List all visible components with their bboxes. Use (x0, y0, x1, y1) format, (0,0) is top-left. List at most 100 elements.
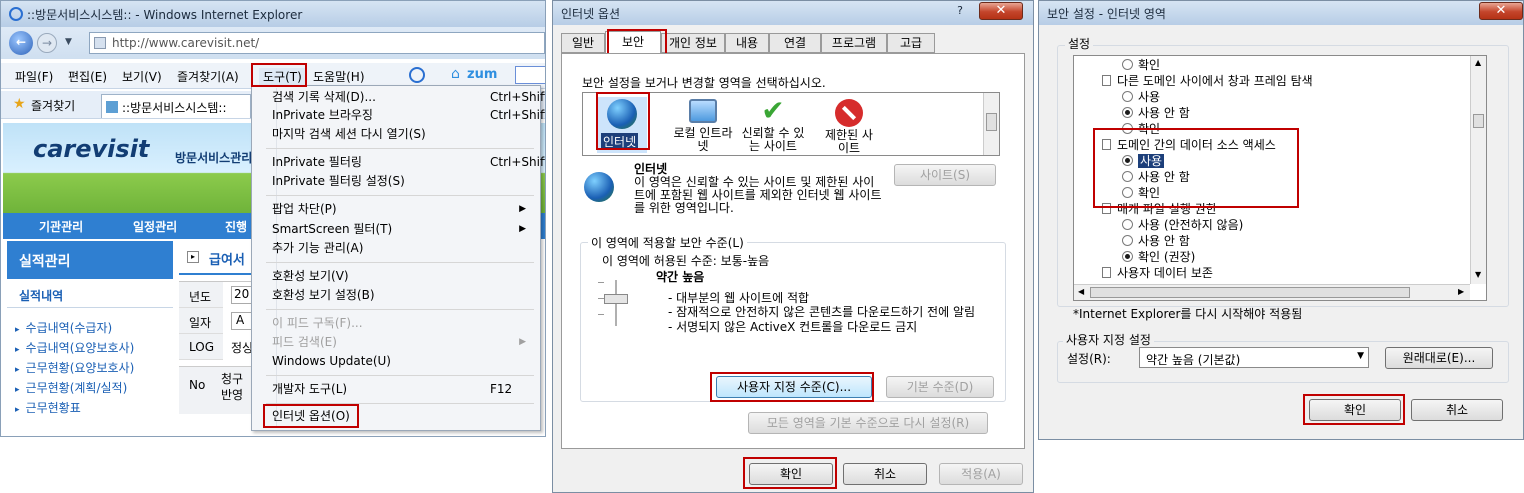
setting-radio-frames-enable[interactable]: 사용 (1122, 89, 1160, 105)
zum-logo[interactable]: zum (467, 67, 497, 82)
settings-vscrollbar[interactable]: ▲ ▼ (1470, 56, 1486, 284)
tools-item-compat-settings[interactable]: 호환성 보기 설정(B) (272, 286, 526, 304)
row-label: LOG (179, 334, 223, 360)
menu-edit[interactable]: 편집(E) (68, 68, 107, 85)
settings-hscrollbar[interactable]: ◀ ▶ (1074, 284, 1470, 300)
restore-defaults-button[interactable]: 원래대로(E)... (1385, 347, 1493, 369)
default-level-button: 기본 수준(D) (886, 376, 994, 398)
level-select[interactable]: 약간 높음 (기본값) ▼ (1139, 347, 1369, 368)
security-slider[interactable] (598, 280, 634, 326)
document-icon (1102, 75, 1111, 86)
tools-item-popup-blocker[interactable]: 팝업 차단(P) ▶ (272, 200, 526, 218)
tab-programs[interactable]: 프로그램 (821, 33, 887, 53)
tab-content[interactable]: 내용 (725, 33, 769, 53)
submenu-arrow-icon: ▶ (519, 224, 526, 234)
submenu-arrow-icon: ▶ (519, 204, 526, 214)
tools-item-internet-options[interactable]: 인터넷 옵션(O) (272, 407, 526, 425)
zone-trusted[interactable]: ✔ 신뢰할 수 있는 사이트 (733, 97, 813, 153)
ie-logo-icon (9, 7, 23, 21)
tools-item-compat-view[interactable]: 호환성 보기(V) (272, 267, 526, 285)
col-reflect: 반영 (221, 388, 244, 402)
tools-item-inprivate-filter-settings[interactable]: InPrivate 필터링 설정(S) (272, 172, 526, 190)
left-item[interactable]: ▸ 근무현황표 (15, 399, 175, 419)
setting-radio-launch-confirm[interactable]: 확인 (권장) (1122, 249, 1195, 265)
left-item[interactable]: ▸ 근무현황(계획/실적) (15, 379, 175, 399)
tab-privacy[interactable]: 개인 정보 (661, 33, 725, 53)
daum-toolbar-icon[interactable] (515, 66, 545, 84)
help-button[interactable]: ? (951, 4, 969, 20)
tab-general[interactable]: 일반 (561, 33, 605, 53)
setting-radio-data-source-disable[interactable]: 사용 안 함 (1122, 169, 1190, 185)
cancel-button[interactable]: 취소 (843, 463, 927, 485)
security-settings-dialog: 보안 설정 - 인터넷 영역 ✕ 설정 확인 다른 도메인 사이에서 창과 프레… (1038, 0, 1524, 440)
zone-scrollbar[interactable] (983, 93, 999, 155)
document-icon (1102, 139, 1111, 150)
tab-security[interactable]: 보안 (605, 31, 661, 54)
zone-restricted[interactable]: 제한된 사이트 (819, 97, 879, 155)
tools-item-smartscreen[interactable]: SmartScreen 필터(T) ▶ (272, 220, 526, 238)
security-tab-page: 보안 설정을 보거나 변경할 영역을 선택하십시오. 인터넷 로컬 인트라넷 ✔… (561, 53, 1025, 449)
options-title: 인터넷 옵션 (561, 6, 621, 21)
menu-help[interactable]: 도움말(H) (313, 68, 365, 85)
setting-radio-data-source-enable[interactable]: 사용 (1122, 153, 1165, 169)
tools-item-inprivate[interactable]: InPrivate 브라우징Ctrl+Shift+P (272, 106, 545, 124)
radio-icon (1122, 59, 1133, 70)
tools-item-feed-discovery: 피드 검색(E) ▶ (272, 335, 526, 349)
tools-item-delete-history[interactable]: 검색 기록 삭제(D)...Ctrl+Shift+Del (272, 88, 545, 106)
nav-schedule[interactable]: 일정관리 (133, 218, 177, 235)
tab-advanced[interactable]: 고급 (887, 33, 935, 53)
tools-item-dev-tools[interactable]: 개발자 도구(L) F12 (272, 380, 526, 398)
security-close-button[interactable]: ✕ (1479, 2, 1523, 20)
ie-toolbar-icon[interactable] (409, 67, 425, 83)
tools-item-addons[interactable]: 추가 기능 관리(A) (272, 239, 526, 257)
tools-item-inprivate-filter[interactable]: InPrivate 필터링Ctrl+Shift+F (272, 153, 545, 171)
zone-internet[interactable]: 인터넷 (597, 97, 647, 153)
favorites-button[interactable]: 즐겨찾기 (31, 97, 75, 114)
settings-group-label: 설정 (1065, 35, 1094, 52)
ie-nav-row: ← → ▼ http://www.carevisit.net/ (1, 27, 545, 59)
tools-item-subscribe-feed: 이 피드 구독(F)... (272, 316, 363, 330)
tab-connections[interactable]: 연결 (769, 33, 821, 53)
restart-note: *Internet Explorer를 다시 시작해야 적용됨 (1073, 307, 1303, 321)
radio-icon (1122, 219, 1133, 230)
tab-site[interactable]: ::방문서비스시스템:: (101, 94, 251, 118)
menu-file[interactable]: 파일(F) (15, 68, 53, 85)
menu-tools[interactable]: 도구(T) (259, 68, 306, 85)
nav-progress[interactable]: 진행 (225, 218, 247, 235)
left-item[interactable]: ▸ 수급내역(요양보호사) (15, 339, 175, 359)
ok-button[interactable]: 확인 (749, 463, 833, 485)
left-item[interactable]: ▸ 근무현황(요양보호사) (15, 359, 175, 379)
tools-item-windows-update[interactable]: Windows Update(U) (272, 352, 526, 370)
tools-item-reopen-session[interactable]: 마지막 검색 세션 다시 열기(S) (272, 125, 526, 143)
setting-radio-confirm-1[interactable]: 확인 (1122, 57, 1160, 73)
nav-org[interactable]: 기관관리 (39, 218, 83, 235)
radio-icon (1122, 171, 1133, 182)
radio-icon (1122, 123, 1133, 134)
setting-radio-frames-disable[interactable]: 사용 안 함 (1122, 105, 1190, 121)
left-panel-title: 실적관리 (7, 241, 173, 279)
setting-radio-launch-disable[interactable]: 사용 안 함 (1122, 233, 1190, 249)
home-icon[interactable]: ⌂ (451, 66, 460, 82)
menu-view[interactable]: 보기(V) (122, 68, 162, 85)
radio-selected-icon (1122, 107, 1133, 118)
radio-icon (1122, 235, 1133, 246)
site-logo[interactable]: carevisit (33, 135, 149, 163)
left-title: 실적관리 (19, 254, 71, 270)
close-button[interactable]: ✕ (979, 2, 1023, 20)
history-dropdown-icon[interactable]: ▼ (65, 37, 72, 47)
left-item[interactable]: ▸ 수급내역(수급자) (15, 319, 175, 339)
left-subtitle[interactable]: 실적내역 (19, 287, 63, 304)
chevron-down-icon: ▼ (1357, 351, 1364, 361)
back-button[interactable]: ← (9, 31, 33, 55)
setting-radio-launch-enable[interactable]: 사용 (안전하지 않음) (1122, 217, 1243, 233)
zone-intranet[interactable]: 로컬 인트라넷 (673, 97, 733, 153)
security-ok-button[interactable]: 확인 (1309, 399, 1401, 421)
setting-radio-data-source-confirm[interactable]: 확인 (1122, 185, 1160, 201)
custom-level-button[interactable]: 사용자 지정 수준(C)... (716, 376, 872, 398)
forward-button[interactable]: → (37, 33, 57, 53)
tools-menu: 검색 기록 삭제(D)...Ctrl+Shift+Del InPrivate 브… (251, 85, 545, 431)
menu-favorites[interactable]: 즐겨찾기(A) (177, 68, 239, 85)
setting-radio-frames-confirm[interactable]: 확인 (1122, 121, 1160, 137)
security-cancel-button[interactable]: 취소 (1411, 399, 1503, 421)
address-bar[interactable]: http://www.carevisit.net/ (89, 32, 545, 54)
